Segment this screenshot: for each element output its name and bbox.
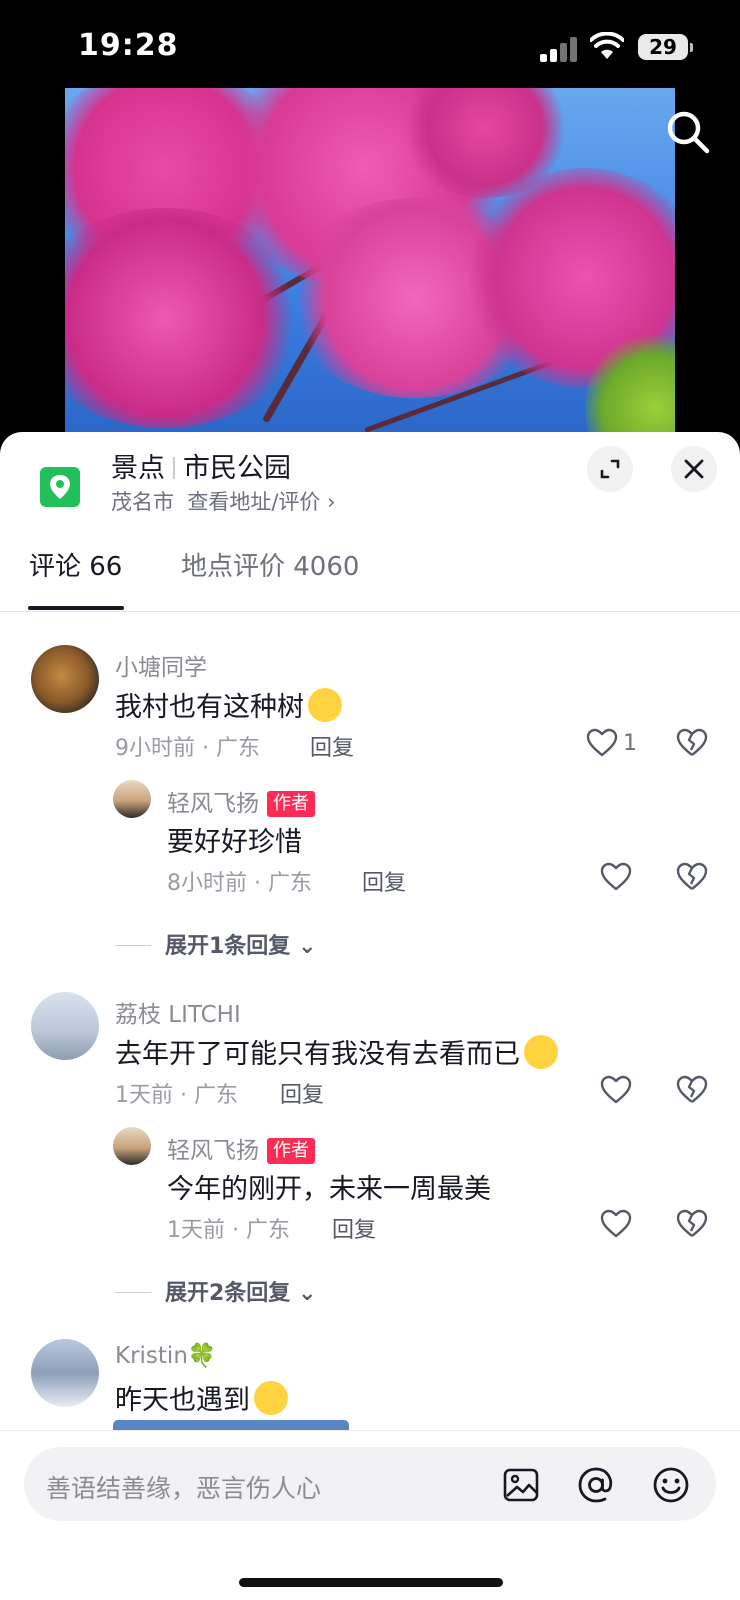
tears-of-joy-emoji-icon (524, 1035, 558, 1069)
reply-username[interactable]: 轻风飞扬 作者 (167, 784, 315, 818)
comment-meta: 1天前 · 广东 (115, 1083, 238, 1108)
reply-button[interactable]: 回复 (280, 1077, 324, 1109)
home-indicator[interactable] (239, 1578, 503, 1587)
comment-input[interactable]: 善语结善缘，恶言伤人心 (24, 1447, 716, 1521)
reply-meta: 8小时前 · 广东 (167, 871, 312, 896)
chevron-down-icon: ⌄ (297, 934, 317, 959)
status-bar: 19:28 29 (0, 0, 740, 90)
search-icon[interactable] (664, 108, 712, 156)
winking-tongue-emoji-icon (254, 1381, 288, 1415)
broken-heart-icon[interactable] (676, 1075, 708, 1105)
comment-text: 昨天也遇到 (115, 1378, 288, 1417)
close-button[interactable] (671, 446, 717, 492)
expand-replies-label: 展开2条回复 (165, 1281, 291, 1306)
comment-body: 去年开了可能只有我没有去看而已 (115, 1039, 520, 1070)
reply-username[interactable]: 轻风飞扬 作者 (167, 1131, 315, 1165)
tab-comments[interactable]: 评论 66 (29, 546, 122, 583)
like-count: 1 (623, 731, 637, 756)
heart-like-icon[interactable] (600, 1075, 632, 1105)
tab-place-reviews[interactable]: 地点评价 4060 (181, 546, 359, 583)
avatar[interactable] (31, 645, 99, 713)
status-time: 19:28 (78, 28, 179, 63)
comment-meta: 9小时前 · 广东 (115, 736, 260, 761)
heart-like-icon[interactable] (586, 728, 618, 758)
place-name: 市民公园 (183, 453, 291, 484)
expand-button[interactable] (587, 446, 633, 492)
avatar[interactable] (113, 1127, 151, 1165)
heart-like-icon[interactable] (600, 862, 632, 892)
video-preview[interactable] (65, 88, 675, 438)
broken-heart-icon[interactable] (676, 1209, 708, 1239)
chevron-down-icon: ⌄ (297, 1281, 317, 1306)
avatar[interactable] (31, 1339, 99, 1407)
grinning-emoji-icon (308, 688, 342, 722)
tab-bar: 评论 66 地点评价 4060 (0, 532, 740, 612)
expand-replies-button[interactable]: 展开2条回复 ⌄ (115, 1275, 316, 1307)
image-picker-icon[interactable] (502, 1466, 540, 1504)
broken-heart-icon[interactable] (676, 862, 708, 892)
place-subtitle[interactable]: 茂名市 查看地址/评价 › (111, 486, 336, 516)
expand-icon (600, 459, 620, 479)
reply-button[interactable]: 回复 (362, 865, 406, 897)
reply-button[interactable]: 回复 (332, 1212, 376, 1244)
reply-meta: 1天前 · 广东 (167, 1218, 290, 1243)
close-icon (684, 459, 704, 479)
active-tab-indicator (28, 606, 124, 610)
place-title[interactable]: 景点 市民公园 (111, 446, 291, 485)
avatar[interactable] (31, 992, 99, 1060)
comment-username[interactable]: Kristin🍀 (115, 1342, 217, 1369)
author-badge: 作者 (267, 1138, 315, 1164)
expand-replies-button[interactable]: 展开1条回复 ⌄ (115, 928, 316, 960)
expand-replies-label: 展开1条回复 (165, 934, 291, 959)
reply-text: 要好好珍惜 (167, 827, 302, 858)
content-preview-peek (113, 1420, 349, 1430)
comment-text: 我村也有这种树 (115, 685, 342, 724)
comment-input-bar: 善语结善缘，恶言伤人心 (0, 1430, 740, 1600)
place-details-link[interactable]: 查看地址/评价 › (187, 490, 335, 514)
place-city: 茂名市 (111, 490, 174, 514)
broken-heart-icon[interactable] (676, 728, 708, 758)
battery-indicator: 29 (638, 34, 693, 60)
mention-icon[interactable] (577, 1466, 615, 1504)
wifi-icon (590, 32, 624, 59)
heart-like-icon[interactable] (600, 1209, 632, 1239)
comment-input-placeholder: 善语结善缘，恶言伤人心 (46, 1474, 322, 1503)
emoji-icon[interactable] (652, 1466, 690, 1504)
reply-button[interactable]: 回复 (310, 730, 354, 762)
author-badge: 作者 (267, 791, 315, 817)
comment-text: 去年开了可能只有我没有去看而已 (115, 1032, 558, 1071)
place-category: 景点 (111, 453, 165, 484)
location-pin-icon (40, 467, 80, 507)
comment-body: 昨天也遇到 (115, 1385, 250, 1416)
comment-username[interactable]: 小塘同学 (115, 648, 207, 682)
reply-author-name: 轻风飞扬 (167, 791, 259, 817)
comment-body: 我村也有这种树 (115, 692, 304, 723)
reply-text: 今年的刚开，未来一周最美 (167, 1174, 491, 1205)
comment-sheet: 景点 市民公园 茂名市 查看地址/评价 › 评论 66 地点评价 4060 (0, 432, 740, 1600)
comment-username[interactable]: 荔枝 LITCHI (115, 995, 241, 1029)
reply-author-name: 轻风飞扬 (167, 1138, 259, 1164)
avatar[interactable] (113, 780, 151, 818)
cellular-signal-icon (540, 36, 578, 62)
